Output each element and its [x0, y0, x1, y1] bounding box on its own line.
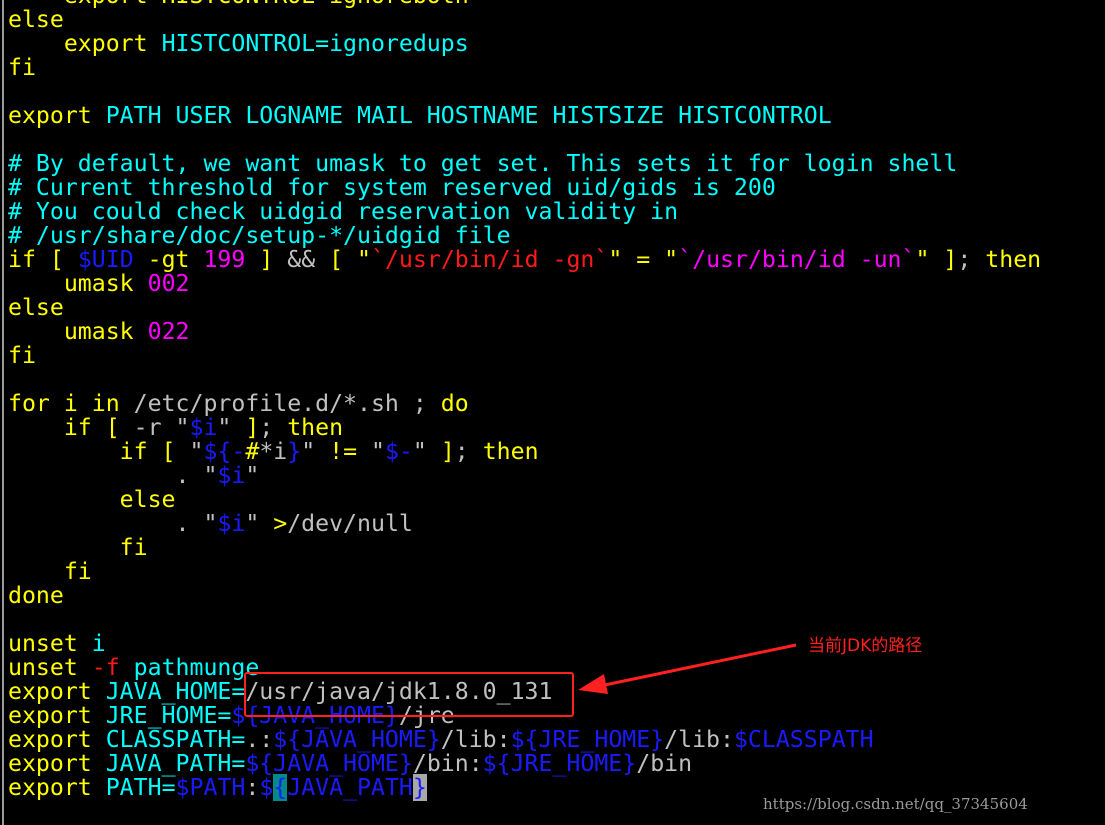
annotation-arrow-icon	[578, 643, 797, 694]
watermark: https://blog.csdn.net/qq_37345604	[763, 795, 1028, 813]
annotation-note: 当前JDK的路径	[808, 636, 923, 656]
